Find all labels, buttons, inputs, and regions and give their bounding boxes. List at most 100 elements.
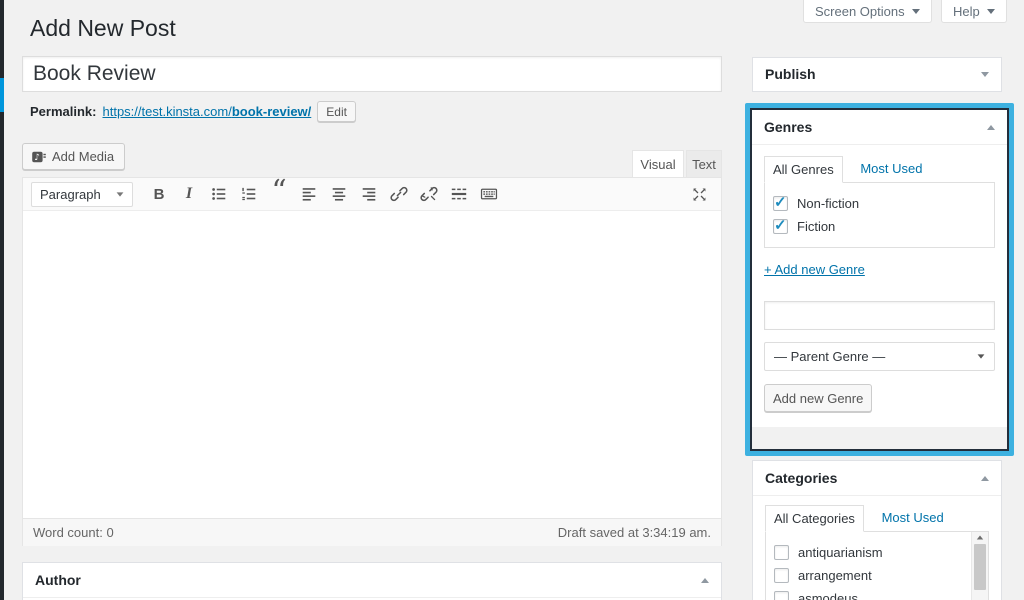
tab-all-genres[interactable]: All Genres (764, 156, 843, 183)
add-media-button[interactable]: ♪ Add Media (22, 143, 125, 170)
chevron-down-icon (987, 9, 995, 14)
categories-panel: Categories All Categories Most Used anti… (752, 460, 1002, 600)
tab-visual-label: Visual (640, 157, 675, 172)
scrollbar-thumb[interactable] (974, 544, 986, 590)
paragraph-format-select[interactable]: Paragraph (31, 182, 133, 207)
collapse-arrow-icon[interactable] (701, 578, 709, 583)
genres-panel-body: All Genres Most Used Non-fiction Fiction (752, 145, 1007, 426)
align-left-button[interactable] (295, 181, 323, 207)
align-right-button[interactable] (355, 181, 383, 207)
svg-text:♪: ♪ (34, 153, 40, 163)
scrollbar-up-arrow-icon[interactable] (977, 536, 983, 540)
align-right-icon (360, 185, 378, 203)
category-label: arrangement (798, 568, 872, 583)
screen-options-button[interactable]: Screen Options (803, 0, 932, 23)
tab-most-used-genres[interactable]: Most Used (860, 161, 922, 176)
format-select-value: Paragraph (40, 187, 101, 202)
blockquote-button[interactable]: “ (265, 181, 293, 207)
draft-saved-status: Draft saved at 3:34:19 am. (558, 525, 711, 540)
genres-panel-highlight-inner: Genres All Genres Most Used Non-fiction (750, 108, 1009, 451)
category-checkbox-asmodeus[interactable] (774, 591, 789, 600)
genre-label: Non-fiction (797, 196, 859, 211)
insert-link-button[interactable] (385, 181, 413, 207)
category-label: asmodeus (798, 591, 858, 600)
admin-menu-strip[interactable] (0, 0, 4, 600)
new-genre-name-input[interactable] (764, 301, 995, 330)
word-count-label: Word count: (33, 525, 103, 540)
chevron-down-icon (117, 192, 124, 196)
italic-icon: I (186, 185, 192, 203)
wordpress-add-new-post-screen: Screen Options Help Add New Post Permali… (0, 0, 1024, 600)
chevron-down-icon (912, 9, 920, 14)
permalink-link[interactable]: https://test.kinsta.com/book-review/ (102, 104, 311, 119)
blockquote-icon: “ (271, 187, 286, 201)
author-panel-header[interactable]: Author (23, 563, 721, 598)
read-more-tag-button[interactable] (445, 181, 473, 207)
category-checkbox-antiquarianism[interactable] (774, 545, 789, 560)
italic-button[interactable]: I (175, 181, 203, 207)
bold-button[interactable]: B (145, 181, 173, 207)
editor-content-area[interactable] (23, 211, 721, 518)
genre-checkbox-fiction[interactable] (773, 219, 788, 234)
add-new-genre-button[interactable]: Add new Genre (764, 384, 872, 412)
unlink-icon (420, 185, 438, 203)
genres-panel-header[interactable]: Genres (752, 110, 1007, 145)
genres-tabs: All Genres Most Used (764, 155, 995, 182)
post-title-input[interactable] (22, 56, 722, 92)
categories-scrollbar[interactable] (971, 532, 988, 600)
help-label: Help (953, 4, 980, 19)
remove-link-button[interactable] (415, 181, 443, 207)
category-checkbox-arrangement[interactable] (774, 568, 789, 583)
numbered-list-button[interactable] (235, 181, 263, 207)
parent-genre-select-value: — Parent Genre — (774, 349, 885, 364)
align-center-button[interactable] (325, 181, 353, 207)
genre-checkbox-non-fiction[interactable] (773, 196, 788, 211)
read-more-icon (450, 185, 468, 203)
edit-permalink-button[interactable]: Edit (317, 101, 356, 122)
categories-checklist: antiquarianism arrangement asmodeus (765, 531, 989, 600)
genre-label: Fiction (797, 219, 835, 234)
media-icon: ♪ (31, 149, 47, 165)
tab-most-used-categories[interactable]: Most Used (882, 510, 944, 525)
genre-item: Fiction (773, 215, 986, 238)
author-panel: Author (22, 562, 722, 600)
help-button[interactable]: Help (941, 0, 1007, 23)
genres-panel-highlight-box: Genres All Genres Most Used Non-fiction (745, 103, 1014, 456)
page-title: Add New Post (30, 14, 176, 43)
editor-status-bar: Word count: 0 Draft saved at 3:34:19 am. (23, 518, 721, 546)
tab-visual[interactable]: Visual (632, 150, 684, 177)
parent-genre-select[interactable]: — Parent Genre — (764, 342, 995, 371)
collapse-arrow-icon[interactable] (987, 125, 995, 130)
tab-all-categories[interactable]: All Categories (765, 505, 864, 532)
editor-toolbar: Paragraph B I “ (23, 178, 721, 211)
category-item: arrangement (774, 564, 964, 587)
categories-panel-header[interactable]: Categories (753, 461, 1001, 496)
publish-panel-header[interactable]: Publish (753, 58, 1001, 90)
tab-text[interactable]: Text (686, 150, 722, 177)
categories-tabs: All Categories Most Used (765, 504, 989, 531)
add-new-genre-link[interactable]: + Add new Genre (764, 262, 865, 277)
category-item: antiquarianism (774, 541, 964, 564)
word-count-value: 0 (106, 525, 113, 540)
author-panel-title: Author (35, 572, 81, 588)
keyboard-shortcuts-button[interactable] (475, 181, 503, 207)
align-left-icon (300, 185, 318, 203)
expand-arrow-icon[interactable] (981, 72, 989, 77)
keyboard-icon (480, 185, 498, 203)
tab-text-label: Text (692, 157, 716, 172)
numbered-list-icon (240, 185, 258, 203)
align-center-icon (330, 185, 348, 203)
content-editor: Paragraph B I “ (22, 177, 722, 546)
genres-panel: Genres All Genres Most Used Non-fiction (752, 110, 1007, 427)
fullscreen-button[interactable] (685, 181, 713, 207)
fullscreen-icon (691, 186, 708, 203)
categories-panel-title: Categories (765, 470, 837, 486)
admin-menu-active-indicator (0, 78, 4, 112)
category-label: antiquarianism (798, 545, 883, 560)
collapse-arrow-icon[interactable] (981, 476, 989, 481)
genres-checklist: Non-fiction Fiction (764, 182, 995, 248)
bullet-list-button[interactable] (205, 181, 233, 207)
publish-panel: Publish (752, 57, 1002, 92)
category-item: asmodeus (774, 587, 964, 600)
genre-item: Non-fiction (773, 192, 986, 215)
